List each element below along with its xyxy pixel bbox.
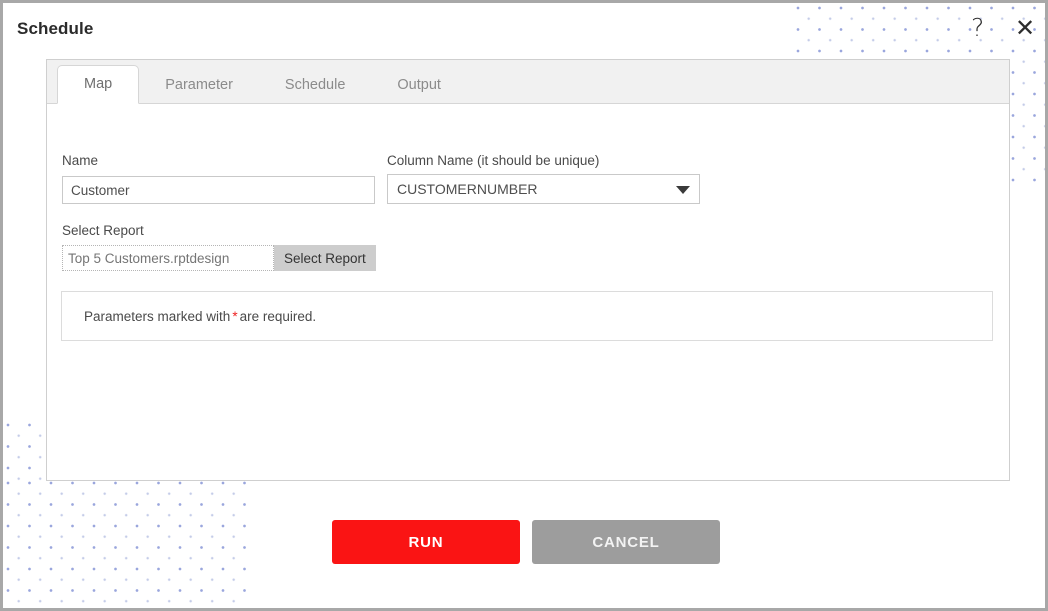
tab-parameter[interactable]: Parameter — [139, 66, 259, 104]
column-name-label: Column Name (it should be unique) — [387, 153, 600, 168]
select-report-button[interactable]: Select Report — [274, 245, 376, 271]
notice-suffix: are required. — [239, 308, 317, 324]
select-report-label: Select Report — [62, 223, 144, 238]
tab-schedule[interactable]: Schedule — [259, 66, 371, 104]
required-parameters-notice: Parameters marked with * are required. — [61, 291, 993, 341]
help-icon[interactable]: ? — [971, 15, 984, 40]
dotted-wallpaper-bottom — [6, 481, 253, 608]
page-title: Schedule — [17, 19, 94, 38]
tab-bar: Map Parameter Schedule Output — [47, 60, 1009, 104]
notice-prefix: Parameters marked with — [84, 308, 231, 324]
name-label: Name — [62, 153, 99, 168]
required-asterisk-icon: * — [232, 308, 238, 324]
column-name-select[interactable]: CUSTOMERNUMBER — [387, 174, 700, 204]
column-name-select-wrapper: CUSTOMERNUMBER — [387, 174, 700, 204]
close-icon[interactable]: ✕ — [1015, 16, 1035, 40]
tab-map[interactable]: Map — [57, 65, 140, 104]
name-input[interactable] — [62, 176, 375, 204]
dialog-content-panel: Map Parameter Schedule Output Name Colum… — [46, 59, 1010, 481]
report-path-input[interactable] — [62, 245, 274, 271]
run-button[interactable]: RUN — [332, 520, 520, 564]
cancel-button[interactable]: CANCEL — [532, 520, 720, 564]
tab-output[interactable]: Output — [371, 66, 467, 104]
schedule-dialog-window: Schedule ? ✕ Map Parameter Schedule Outp… — [0, 0, 1048, 611]
